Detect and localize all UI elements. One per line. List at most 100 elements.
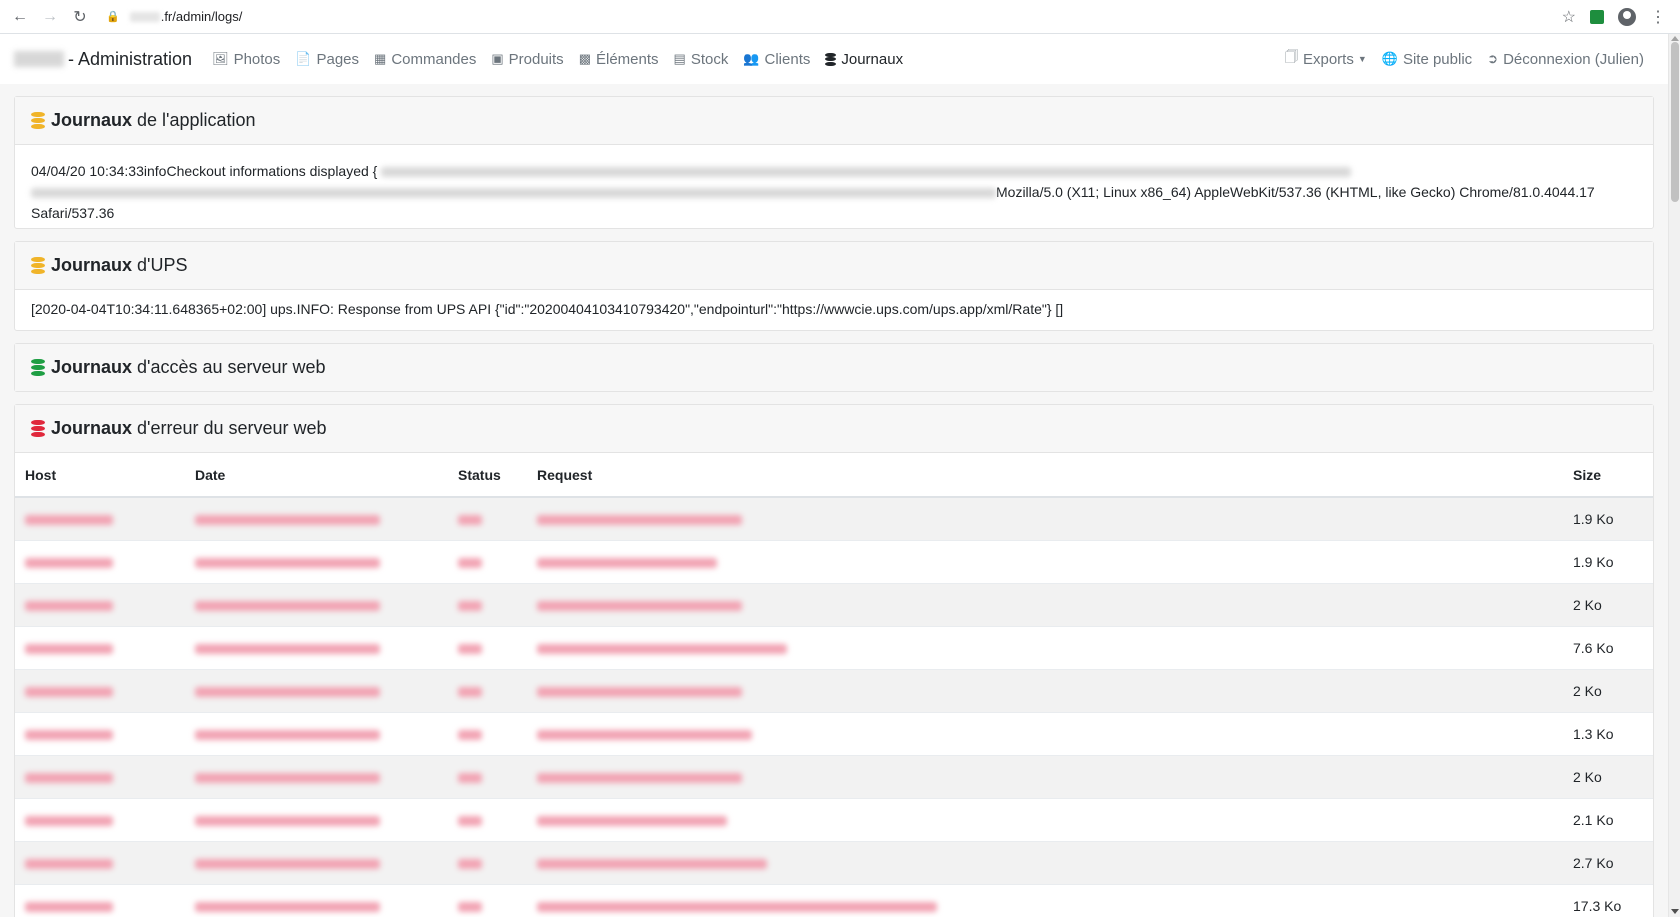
- nav-exports-dropdown[interactable]: 🗍 Exports ▼: [1285, 48, 1367, 70]
- database-icon: [31, 359, 45, 376]
- column-size[interactable]: Size: [1563, 453, 1653, 498]
- date-cell: [185, 668, 448, 712]
- request-cell: [527, 496, 1563, 540]
- host-cell: [15, 496, 185, 540]
- column-status[interactable]: Status: [448, 453, 527, 498]
- redacted-text: [537, 643, 787, 654]
- app-log-line: 04/04/20 10:34:33infoCheckout informatio…: [31, 161, 1637, 182]
- table-row: 2.7 Ko: [15, 840, 1653, 884]
- ups-log-line: [2020-04-04T10:34:11.648365+02:00] ups.I…: [31, 301, 1064, 317]
- scroll-up-icon[interactable]: [1671, 36, 1679, 41]
- redacted-text: [458, 902, 482, 913]
- request-cell: [527, 625, 1563, 669]
- url-host-redacted: [129, 11, 160, 22]
- access-log-header[interactable]: Journaux d'accès au serveur web: [15, 344, 1653, 391]
- status-cell: [448, 496, 527, 540]
- app-log-header[interactable]: Journaux de l'application: [15, 97, 1653, 145]
- database-icon: [31, 257, 45, 274]
- file-icon: 📄: [295, 51, 312, 66]
- redacted-text: [25, 858, 113, 869]
- app-log-line-2: Mozilla/5.0 (X11; Linux x86_64) AppleWeb…: [31, 182, 1637, 203]
- column-host[interactable]: Host: [15, 453, 185, 498]
- redacted-text: [537, 515, 742, 526]
- redacted-text: [458, 815, 482, 826]
- nav-elements[interactable]: ▩ Éléments: [579, 51, 659, 68]
- redacted-text: [195, 643, 380, 654]
- redacted-text: [195, 686, 380, 697]
- nav-commandes[interactable]: ▦ Commandes: [374, 51, 476, 68]
- column-date[interactable]: Date: [185, 453, 448, 498]
- access-log-card: Journaux d'accès au serveur web: [14, 343, 1654, 392]
- status-cell: [448, 625, 527, 669]
- redacted-text: [195, 902, 380, 913]
- nav-logout[interactable]: ➲ Déconnexion (Julien): [1487, 51, 1644, 68]
- redacted-text: [195, 729, 380, 740]
- brand[interactable]: - Administration: [14, 49, 192, 70]
- redacted-text: [537, 858, 767, 869]
- redacted-text: [25, 902, 113, 913]
- size-cell: 1.3 Ko: [1563, 711, 1653, 755]
- table-row: 2 Ko: [15, 754, 1653, 798]
- redacted-text: [458, 515, 482, 526]
- request-cell: [527, 754, 1563, 798]
- status-cell: [448, 711, 527, 755]
- date-cell: [185, 840, 448, 884]
- nav-site-public[interactable]: 🌐 Site public: [1382, 51, 1472, 68]
- address-bar[interactable]: 🔒 .fr/admin/logs/: [98, 4, 1562, 30]
- caret-down-icon: ▼: [1357, 54, 1367, 64]
- redacted-text: [381, 167, 1352, 178]
- back-icon[interactable]: ←: [8, 5, 32, 29]
- date-cell: [185, 539, 448, 583]
- size-cell: 2.1 Ko: [1563, 797, 1653, 841]
- host-cell: [15, 797, 185, 841]
- error-log-table: Host Date Status Request Size 1.9 Ko 1.9 …: [15, 453, 1653, 917]
- error-log-card: Journaux d'erreur du serveur web Host Da…: [14, 404, 1654, 917]
- host-cell: [15, 539, 185, 583]
- redacted-text: [25, 772, 113, 783]
- status-cell: [448, 539, 527, 583]
- request-cell: [527, 797, 1563, 841]
- size-cell: 2 Ko: [1563, 754, 1653, 798]
- nav-pages[interactable]: 📄 Pages: [295, 51, 359, 68]
- nav-stock[interactable]: ▤ Stock: [674, 51, 729, 68]
- redacted-text: [195, 515, 380, 526]
- scroll-thumb[interactable]: [1671, 42, 1679, 202]
- ups-log-header[interactable]: Journaux d'UPS: [15, 242, 1653, 290]
- nav-clients[interactable]: 👥 Clients: [743, 51, 810, 68]
- nav-produits[interactable]: ▣ Produits: [491, 51, 563, 68]
- date-cell: [185, 711, 448, 755]
- size-cell: 2 Ko: [1563, 668, 1653, 712]
- star-icon[interactable]: ☆: [1562, 7, 1576, 27]
- database-icon: [31, 420, 45, 437]
- error-log-header[interactable]: Journaux d'erreur du serveur web: [15, 405, 1653, 453]
- column-request[interactable]: Request: [527, 453, 1563, 498]
- request-cell: [527, 582, 1563, 626]
- scroll-down-icon[interactable]: [1671, 909, 1679, 914]
- forward-icon[interactable]: →: [38, 5, 62, 29]
- nav-journaux[interactable]: Journaux: [825, 51, 903, 68]
- redacted-text: [537, 815, 727, 826]
- redacted-text: [195, 815, 380, 826]
- extension-icon[interactable]: [1590, 9, 1604, 24]
- reload-icon[interactable]: ↻: [68, 5, 92, 29]
- brand-name-redacted: [14, 51, 64, 67]
- table-row: 1.9 Ko: [15, 539, 1653, 583]
- redacted-text: [537, 729, 752, 740]
- date-cell: [185, 582, 448, 626]
- profile-icon[interactable]: [1618, 7, 1636, 26]
- redacted-text: [458, 858, 482, 869]
- status-cell: [448, 840, 527, 884]
- sitemap-icon: ▤: [673, 51, 686, 66]
- table-row: 2 Ko: [15, 582, 1653, 626]
- redacted-text: [537, 557, 717, 568]
- host-cell: [15, 582, 185, 626]
- redacted-text: [537, 772, 742, 783]
- redacted-text: [458, 643, 482, 654]
- date-cell: [185, 625, 448, 669]
- size-cell: 7.6 Ko: [1563, 625, 1653, 669]
- table-row: 2 Ko: [15, 668, 1653, 712]
- nav-photos[interactable]: 🖼 Photos: [212, 51, 280, 68]
- page-scrollbar[interactable]: [1668, 34, 1680, 917]
- menu-icon[interactable]: ⋮: [1650, 7, 1666, 27]
- brand-title: - Administration: [68, 48, 193, 69]
